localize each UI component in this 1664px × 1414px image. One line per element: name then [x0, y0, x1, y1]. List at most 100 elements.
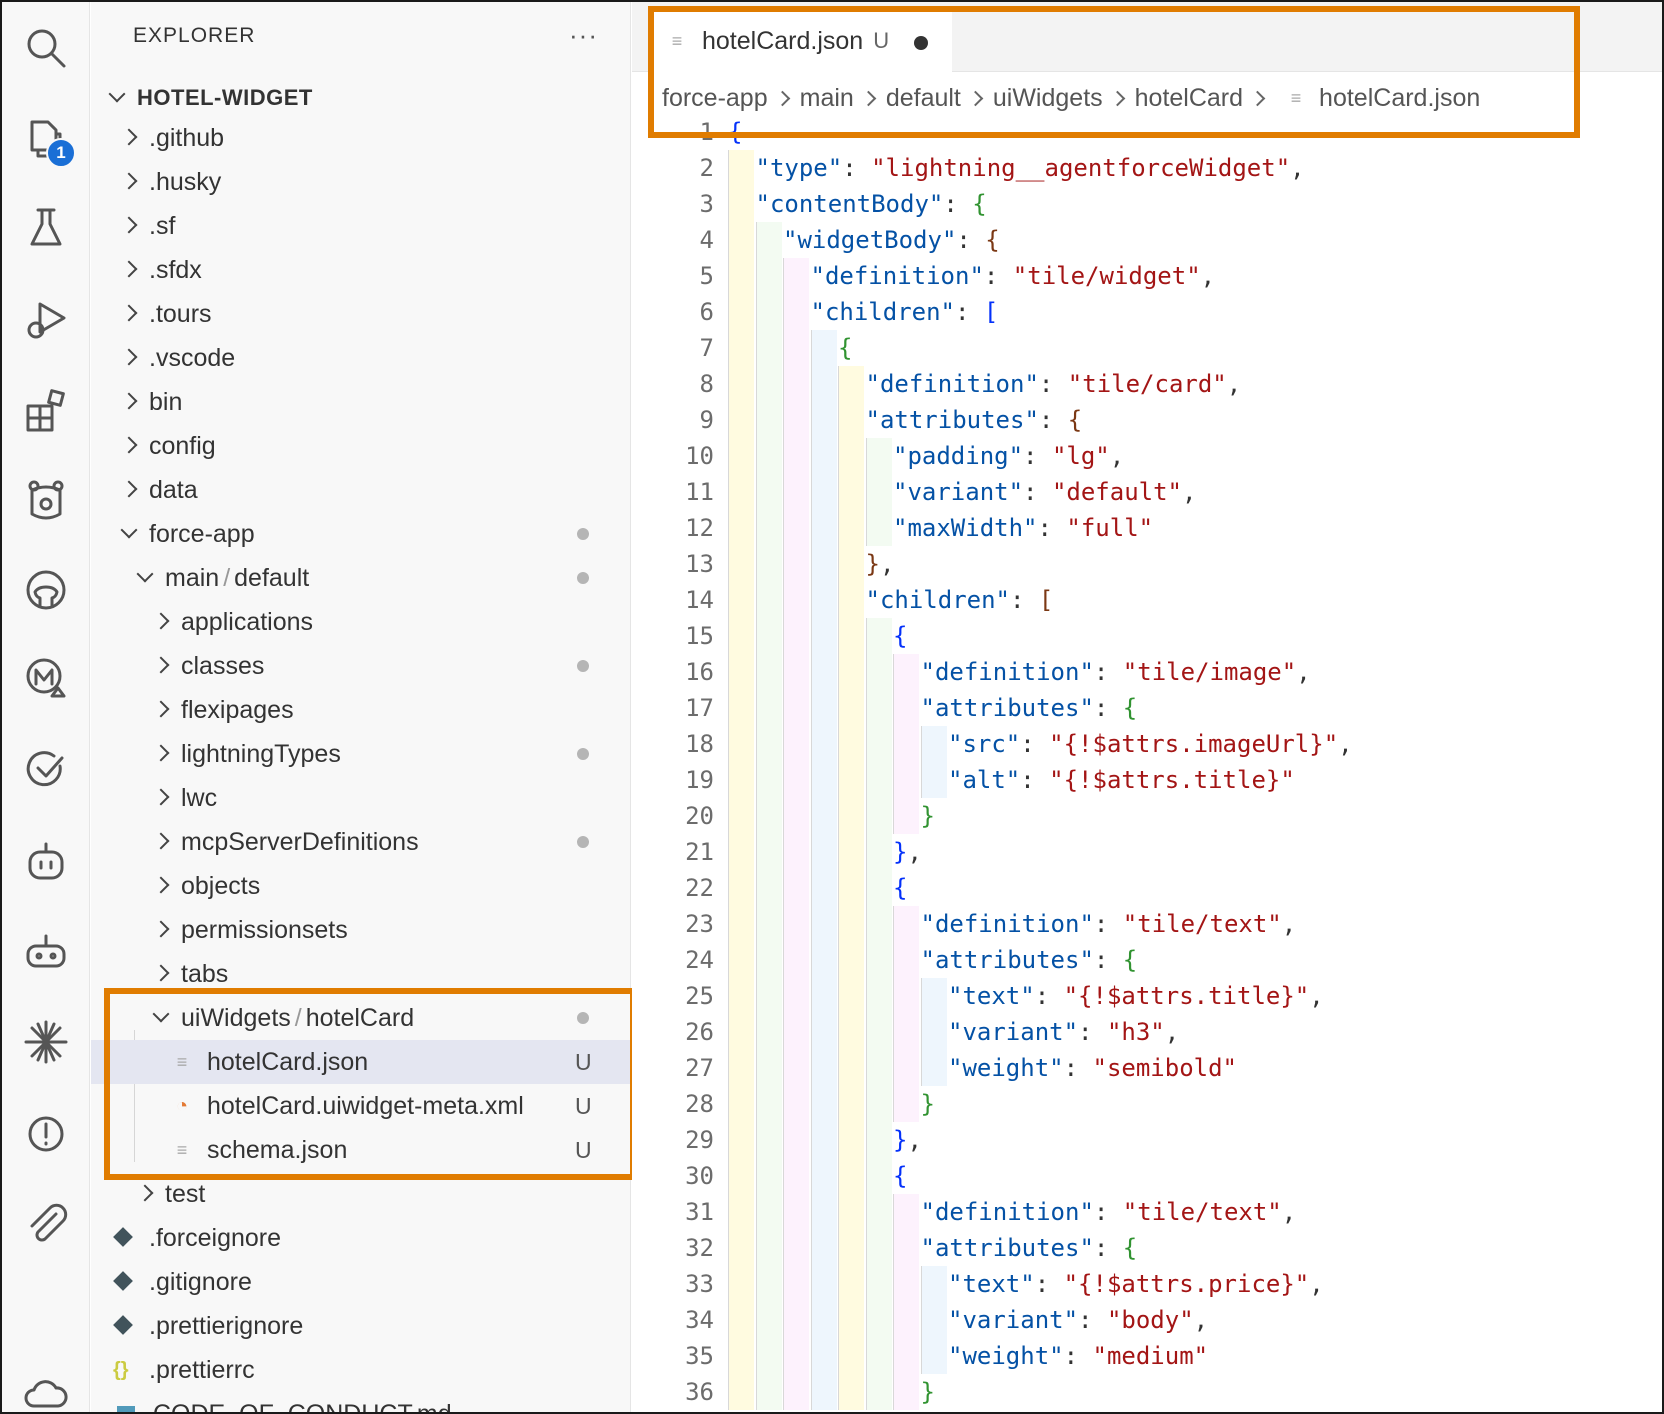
workspace-root[interactable]: HOTEL-WIDGET: [103, 78, 313, 118]
tree-folder-sfdx[interactable]: .sfdx: [91, 248, 630, 292]
testing-icon[interactable]: [18, 200, 74, 256]
more-actions-icon[interactable]: ···: [569, 20, 598, 51]
indent-guide: [838, 906, 864, 942]
tree-folder-husky[interactable]: .husky: [91, 160, 630, 204]
line-number: 8: [699, 370, 714, 398]
tree-file-code-of-conduct[interactable]: CODE_OF_CONDUCT.md: [91, 1392, 630, 1412]
bear-icon[interactable]: [18, 472, 74, 528]
indent-guide: [755, 582, 782, 618]
tree-folder-flexipages[interactable]: flexipages: [91, 688, 630, 732]
indent-guide: [920, 1302, 947, 1338]
robot-icon[interactable]: [18, 924, 74, 980]
code-editor[interactable]: 1{2 "type": "lightning__agentforceWidget"…: [632, 120, 1662, 1412]
code-line: 36}: [632, 1374, 1662, 1410]
search-icon[interactable]: [18, 20, 74, 76]
tree-folder-data[interactable]: data: [91, 468, 630, 512]
json-key: "alt": [948, 766, 1021, 794]
code-text: },: [893, 838, 922, 866]
json-punct: [1038, 442, 1052, 470]
indent-guide: [810, 834, 837, 870]
code-line: 31 "definition": "tile/text",: [632, 1194, 1662, 1230]
indent-guide: [893, 1302, 919, 1338]
github-icon[interactable]: [18, 562, 74, 618]
indent-guide: [838, 1014, 864, 1050]
tree-label: permissionsets: [181, 915, 348, 944]
indent-guide: [838, 546, 864, 582]
tree-folder-classes[interactable]: classes: [91, 644, 630, 688]
json-bracket: }: [893, 838, 908, 866]
run-debug-icon[interactable]: [18, 292, 74, 348]
indent-guide: [783, 654, 809, 690]
json-bracket: {: [1122, 946, 1138, 974]
code-line: 32 "attributes": {: [632, 1230, 1662, 1266]
tree-folder-mcpserverdefinitions[interactable]: mcpServerDefinitions: [91, 820, 630, 864]
explorer-icon[interactable]: 1: [18, 110, 76, 168]
chevron-down-icon: [103, 84, 131, 112]
tree-folder-vscode[interactable]: .vscode: [91, 336, 630, 380]
extensions-icon[interactable]: [18, 382, 74, 438]
indent-guide: [810, 942, 837, 978]
indent-guide: [755, 1014, 782, 1050]
indent-guide: [838, 1086, 864, 1122]
indent-guide: [865, 834, 892, 870]
json-punct: ,: [1182, 478, 1197, 506]
tree-file-gitignore[interactable]: .gitignore: [91, 1260, 630, 1304]
agent-icon[interactable]: [18, 834, 74, 890]
tree-label: bin: [149, 387, 183, 416]
json-key: "attributes": [920, 1234, 1094, 1262]
json-punct: ,: [879, 550, 895, 578]
tree-folder-objects[interactable]: objects: [91, 864, 630, 908]
indent-guide: [783, 762, 809, 798]
check-circle-icon[interactable]: [18, 742, 74, 798]
tree-folder-applications[interactable]: applications: [91, 600, 630, 644]
indent-guide: [728, 726, 754, 762]
json-bracket: {: [1122, 1234, 1138, 1262]
indent-guide: [838, 798, 864, 834]
indent-guide: [893, 906, 919, 942]
chevron-right-icon: [147, 916, 175, 944]
indent-guide: [865, 1086, 892, 1122]
indent-guide: [893, 798, 919, 834]
paperclip-icon[interactable]: [18, 1196, 74, 1252]
tree-file-prettierignore[interactable]: .prettierignore: [91, 1304, 630, 1348]
indent-guide: [810, 1194, 837, 1230]
tree-folder-config[interactable]: config: [91, 424, 630, 468]
chevron-right-icon: [147, 960, 175, 988]
cloud-icon[interactable]: [18, 1366, 74, 1412]
asterisk-icon[interactable]: [18, 1014, 74, 1070]
indent-guide: [810, 1302, 837, 1338]
tree-folder-force-app[interactable]: force-app: [91, 512, 630, 556]
tree-file-forceignore[interactable]: .forceignore: [91, 1216, 630, 1260]
json-bracket: {: [838, 334, 853, 362]
json-punct: [958, 190, 972, 218]
alert-icon[interactable]: [18, 1106, 74, 1162]
indent-guide: [838, 1158, 864, 1194]
code-line: 16 "definition": "tile/image",: [632, 654, 1662, 690]
mulesoft-icon[interactable]: [18, 650, 74, 706]
line-number: 24: [685, 946, 714, 974]
indent-guide: [755, 1122, 782, 1158]
tree-folder-sf[interactable]: .sf: [91, 204, 630, 248]
tree-file-prettierrc[interactable]: {} .prettierrc: [91, 1348, 630, 1392]
chevron-right-icon: [115, 432, 143, 460]
indent-guide: [810, 510, 837, 546]
tree-label: .forceignore: [149, 1223, 282, 1252]
tree-folder-bin[interactable]: bin: [91, 380, 630, 424]
chevron-right-icon: [147, 696, 175, 724]
code-text: "children": [: [811, 298, 999, 326]
tree-folder-github[interactable]: .github: [91, 116, 630, 160]
line-number: 10: [685, 442, 714, 470]
indent-guide: [838, 762, 864, 798]
chevron-right-icon: [147, 828, 175, 856]
line-number: 25: [685, 982, 714, 1010]
indent-guide: [838, 654, 864, 690]
tree-folder-permissionsets[interactable]: permissionsets: [91, 908, 630, 952]
tree-folder-lightningtypes[interactable]: lightningTypes: [91, 732, 630, 776]
json-punct: ,: [1309, 1270, 1324, 1298]
indent-guide: [838, 1266, 864, 1302]
tree-folder-tours[interactable]: .tours: [91, 292, 630, 336]
line-number: 36: [685, 1378, 714, 1406]
indent-guide: [810, 474, 837, 510]
tree-folder-main-default[interactable]: main / default: [91, 556, 630, 600]
tree-folder-lwc[interactable]: lwc: [91, 776, 630, 820]
